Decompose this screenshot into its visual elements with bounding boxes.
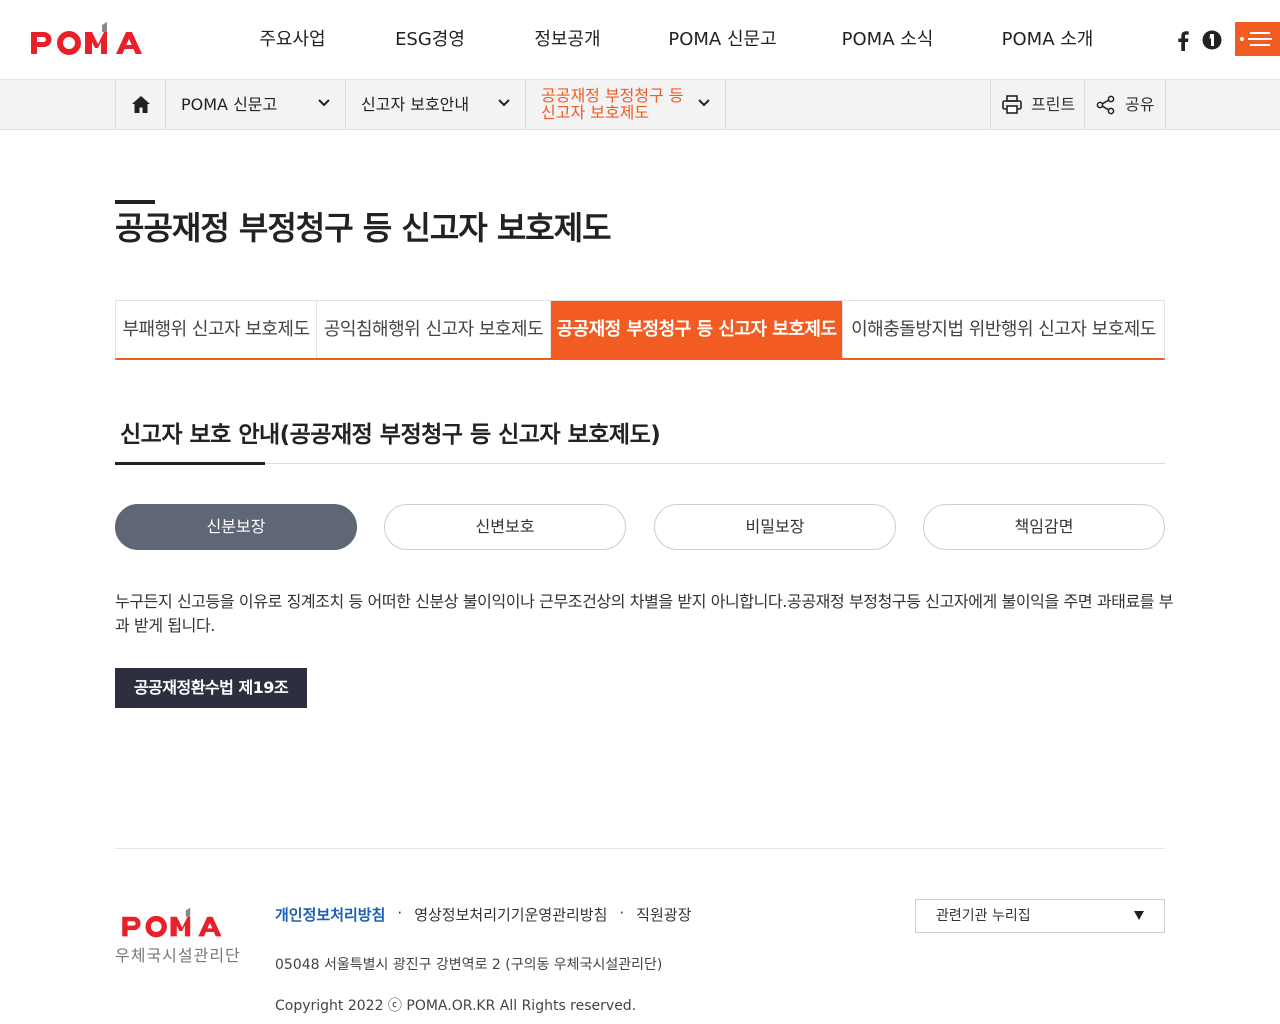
menu-line <box>1248 38 1272 40</box>
location-depth1-label: POMA 신문고 <box>181 95 278 114</box>
protection-description: 누구든지 신고등을 이유로 징계조치 등 어떠한 신분상 불이익이나 근무조건상… <box>115 592 1174 635</box>
section-title: 신고자 보호 안내(공공재정 부정청구 등 신고자 보호제도) <box>120 422 661 448</box>
chevron-down-icon <box>318 99 330 107</box>
footer-address: 05048 서울특별시 광진구 강변역로 2 (구의동 우체국시설관리단) <box>275 957 663 973</box>
privacy-policy-link[interactable]: 개인정보처리방침 <box>275 904 385 925</box>
family-site-select[interactable]: 관련기관 누리집 <box>915 899 1165 933</box>
sub-tabs: 부패행위 신고자 보호제도 공익침해행위 신고자 보호제도 공공재정 부정청구 … <box>115 300 1165 360</box>
footer-org-name: 우체국시설관리단 <box>115 946 241 965</box>
chevron-down-icon <box>698 99 710 107</box>
location-depth2-label: 신고자 보호안내 <box>361 95 470 114</box>
menu-dot <box>1240 37 1244 41</box>
cctv-policy-link[interactable]: 영상정보처리기기운영관리방침 <box>414 904 607 925</box>
gnb-item-sinmungo[interactable]: POMA 신문고 <box>635 0 810 80</box>
menu-line <box>1250 32 1270 34</box>
printer-icon <box>1002 95 1022 114</box>
tab-public-finance-whistleblower[interactable]: 공공재정 부정청구 등 신고자 보호제도 <box>551 301 843 358</box>
pill-personal-safety[interactable]: 신변보호 <box>384 504 626 550</box>
family-site-label: 관련기관 누리집 <box>936 908 1031 924</box>
tab-corruption-whistleblower[interactable]: 부패행위 신고자 보호제도 <box>116 301 317 358</box>
footer-link-separator: · <box>619 904 625 922</box>
footer-divider <box>115 848 1165 849</box>
location-depth2-dropdown[interactable]: 신고자 보호안내 <box>346 80 526 129</box>
gnb-item-about[interactable]: POMA 소개 <box>965 0 1130 80</box>
location-depth3-dropdown[interactable]: 공공재정 부정청구 등 신고자 보호제도 <box>526 80 726 129</box>
gnb-item-business[interactable]: 주요사업 <box>225 0 360 80</box>
print-button[interactable]: 프린트 <box>990 80 1085 129</box>
section-divider-accent <box>115 462 265 465</box>
menu-line <box>1250 44 1270 46</box>
share-label: 공유 <box>1125 95 1155 114</box>
caret-down-icon <box>1134 911 1144 920</box>
location-depth1-dropdown[interactable]: POMA 신문고 <box>166 80 346 129</box>
page-title: 공공재정 부정청구 등 신고자 보호제도 <box>115 209 612 247</box>
gnb-item-news[interactable]: POMA 소식 <box>810 0 965 80</box>
site-header: 주요사업 ESG경영 정보공개 POMA 신문고 POMA 소식 POMA 소개 <box>0 0 1280 80</box>
tab-public-interest-whistleblower[interactable]: 공익침해행위 신고자 보호제도 <box>317 301 551 358</box>
law-article-button[interactable]: 공공재정환수법 제19조 <box>115 668 307 708</box>
gnb-item-esg[interactable]: ESG경영 <box>360 0 500 80</box>
footer-poma-logo <box>122 907 222 938</box>
section-divider <box>115 463 1165 464</box>
facebook-icon[interactable] <box>1175 29 1191 51</box>
location-depth3-label: 공공재정 부정청구 등 신고자 보호제도 <box>541 86 684 122</box>
share-button[interactable]: 공유 <box>1085 80 1166 129</box>
staff-square-link[interactable]: 직원광장 <box>636 904 691 925</box>
share-icon <box>1096 95 1115 115</box>
pill-identity-protection[interactable]: 신분보장 <box>115 504 357 550</box>
tab-conflict-of-interest-whistleblower[interactable]: 이해충돌방지법 위반행위 신고자 보호제도 <box>843 301 1164 358</box>
footer-links: 개인정보처리방침 · 영상정보처리기기운영관리방침 · 직원광장 <box>275 904 691 925</box>
home-icon <box>132 96 150 113</box>
blog-icon[interactable] <box>1201 29 1223 51</box>
all-menu-button[interactable] <box>1235 22 1280 56</box>
pill-confidentiality[interactable]: 비밀보장 <box>654 504 896 550</box>
footer-copyright: Copyright 2022 ⓒ POMA.OR.KR All Rights r… <box>275 998 637 1014</box>
gnb-item-disclosure[interactable]: 정보공개 <box>500 0 635 80</box>
location-bar: POMA 신문고 신고자 보호안내 공공재정 부정청구 등 신고자 보호제도 프… <box>0 80 1280 130</box>
home-button[interactable] <box>116 80 166 129</box>
location-inner: POMA 신문고 신고자 보호안내 공공재정 부정청구 등 신고자 보호제도 프… <box>115 80 1166 129</box>
global-nav: 주요사업 ESG경영 정보공개 POMA 신문고 POMA 소식 POMA 소개 <box>225 0 1130 80</box>
print-label: 프린트 <box>1031 95 1076 114</box>
poma-logo[interactable] <box>29 20 151 58</box>
chevron-down-icon <box>498 99 510 107</box>
footer-link-separator: · <box>397 904 403 922</box>
pill-liability-exemption[interactable]: 책임감면 <box>923 504 1165 550</box>
